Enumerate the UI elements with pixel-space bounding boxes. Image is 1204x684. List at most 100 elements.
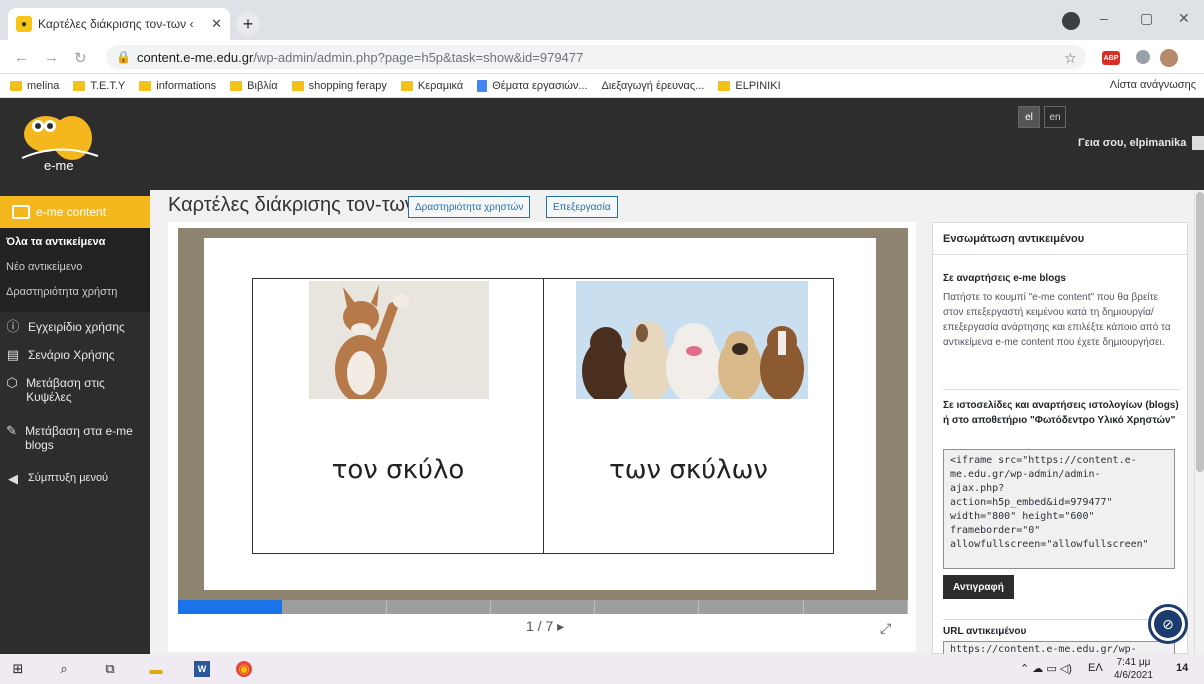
scrollbar-thumb[interactable] <box>1196 192 1204 472</box>
browser-tab[interactable]: ● Καρτέλες διάκρισης τον-των ‹ ✕ <box>8 8 230 40</box>
embed-panel: Ενσωμάτωση αντικειμένου Σε αναρτήσεις e-… <box>932 222 1188 657</box>
user-activity-button[interactable]: Δραστηριότητα χρηστών <box>408 196 531 218</box>
file-explorer-icon[interactable]: ▬ <box>148 661 164 677</box>
sidebar-active-label: e-me content <box>36 205 107 219</box>
submenu-all-items[interactable]: Όλα τα αντικείμενα <box>6 236 105 248</box>
bookmark-item[interactable]: Θέματα εργασιών... <box>477 79 588 92</box>
greeting-text: Γεια σου, elpimanika <box>1078 137 1187 149</box>
forward-icon[interactable]: → <box>44 49 59 66</box>
folder-icon <box>139 80 152 91</box>
sidebar-item-manual[interactable]: ⓘ Εγχειρίδιο χρήσης <box>6 320 125 335</box>
word-icon[interactable]: W <box>194 661 210 677</box>
card-single[interactable]: τον σκύλο <box>253 279 543 553</box>
task-view-icon[interactable]: ⧉ <box>102 661 118 677</box>
pager[interactable]: 1 / 7 ▸ <box>526 618 564 635</box>
copy-button[interactable]: Αντιγραφή <box>943 575 1014 599</box>
url-path: /wp-admin/admin.php?page=h5p&task=show&i… <box>253 49 584 65</box>
scrollbar[interactable] <box>1194 190 1204 654</box>
progress-segment[interactable] <box>282 600 387 614</box>
user-greeting[interactable]: Γεια σου, elpimanika <box>1078 136 1204 150</box>
bookmark-item[interactable]: T.E.T.Y <box>73 80 125 92</box>
progress-segment[interactable] <box>387 600 491 614</box>
logo-text: e-me <box>44 158 74 173</box>
progress-segment[interactable] <box>595 600 700 614</box>
hexagon-icon: ⬡ <box>6 375 18 390</box>
url-input[interactable]: 🔒 content.e-me.edu.gr/wp-admin/admin.php… <box>106 45 1086 69</box>
clock[interactable]: 7:41 μμ 4/6/2021 <box>1114 656 1153 682</box>
submenu-new-item[interactable]: Νέο αντικείμενο <box>6 261 82 273</box>
bookmark-item[interactable]: Διεξαγωγή έρευνας... <box>602 80 705 92</box>
lang-en-button[interactable]: en <box>1044 106 1066 128</box>
accessibility-button[interactable]: ⊘ <box>1148 604 1188 644</box>
progress-bar[interactable] <box>178 600 908 614</box>
edit-button[interactable]: Επεξεργασία <box>546 196 618 218</box>
minimize-button[interactable]: – <box>1100 10 1108 26</box>
bookmark-item[interactable]: shopping ferapy <box>291 79 387 92</box>
bookmark-label: shopping ferapy <box>308 79 387 92</box>
card-word: τον σκύλο <box>331 455 465 485</box>
back-icon[interactable]: ← <box>14 49 29 66</box>
bookmark-item[interactable]: Βιβλία <box>230 80 278 92</box>
dogs-group-image <box>576 281 808 399</box>
progress-segment[interactable] <box>804 600 908 614</box>
bookmark-star-icon[interactable]: ☆ <box>1064 50 1077 67</box>
site-header: e-me el en Γεια σου, elpimanika <box>0 98 1204 190</box>
chrome-icon[interactable]: ◉ <box>236 661 252 677</box>
folder-icon <box>718 80 731 91</box>
search-icon[interactable]: ⌕ <box>56 661 72 677</box>
e-me-logo[interactable]: e-me <box>14 106 104 178</box>
sidebar-item-e-me-content[interactable]: e-me content <box>0 196 150 228</box>
embed-section-blogs: Σε αναρτήσεις e-me blogs Πατήστε το κουμ… <box>943 271 1179 350</box>
clock-time: 7:41 μμ <box>1116 657 1151 668</box>
lang-el-button[interactable]: el <box>1018 106 1040 128</box>
bookmark-item[interactable]: ELPINIKI <box>718 79 781 92</box>
profile-icon[interactable] <box>1062 12 1080 30</box>
new-tab-button[interactable]: + <box>236 12 260 36</box>
h5p-stage: τον σκύλο των σκύλων <box>178 228 908 600</box>
tab-title: Καρτέλες διάκρισης τον-των ‹ <box>38 17 194 31</box>
adblock-icon[interactable]: ABP <box>1102 51 1120 65</box>
document-icon: ▤ <box>6 347 20 362</box>
progress-segment[interactable] <box>491 600 596 614</box>
embed-section-websites: Σε ιστοσελίδες και αναρτήσεις ιστολογίων… <box>943 389 1179 428</box>
window-close-button[interactable]: ✕ <box>1178 10 1190 27</box>
folder-icon <box>230 80 243 91</box>
sidebar-item-label: Μετάβαση στα e-me blogs <box>25 424 133 452</box>
sidebar-item-label: Εγχειρίδιο χρήσης <box>28 320 125 334</box>
bee-favicon-icon: ● <box>16 16 32 32</box>
folder-icon <box>400 80 413 91</box>
embed-header: Ενσωμάτωση αντικειμένου <box>933 223 1187 255</box>
sidebar-item-scenario[interactable]: ▤ Σενάριο Χρήσης <box>6 347 115 363</box>
restore-button[interactable]: ▢ <box>1140 10 1153 27</box>
notification-badge[interactable]: 14 <box>1176 662 1188 674</box>
sidebar-item-blogs[interactable]: ✎ Μετάβαση στα e-me blogs <box>6 424 136 453</box>
admin-sidebar: e-me content Όλα τα αντικείμενα Νέο αντι… <box>0 190 150 654</box>
avatar <box>1192 136 1204 150</box>
bookmark-item[interactable]: informations <box>139 80 216 92</box>
card-word: των σκύλων <box>609 455 768 485</box>
submenu-user-activity[interactable]: Δραστηριότητα χρήστη <box>6 286 117 298</box>
card-row: τον σκύλο των σκύλων <box>252 278 834 554</box>
embed-code-textarea[interactable]: <iframe src="https://content.e- me.edu.g… <box>943 449 1175 569</box>
collapse-icon: ◀ <box>8 471 18 486</box>
sidebar-item-hives[interactable]: ⬡ Μετάβαση στις Κυψέλες <box>6 375 136 405</box>
card-area: τον σκύλο των σκύλων <box>204 238 876 590</box>
windows-start-icon[interactable]: ⊞ <box>10 661 26 677</box>
progress-segment[interactable] <box>699 600 804 614</box>
tray-icons[interactable]: ⌃ ☁ ▭ ◁) <box>1020 662 1072 675</box>
sidebar-collapse-menu[interactable]: ◀ Σύμπτυξη μενού <box>6 472 108 486</box>
extension-icon[interactable] <box>1136 50 1150 64</box>
bookmark-label: informations <box>156 79 217 92</box>
input-language[interactable]: ΕΛ <box>1088 662 1103 674</box>
h5p-container: τον σκύλο των σκύλων 1 / 7 ▸ ⤢ <box>168 222 916 652</box>
bookmark-label: ELPINIKI <box>735 79 781 92</box>
fullscreen-icon[interactable]: ⤢ <box>880 620 891 637</box>
card-plural[interactable]: των σκύλων <box>543 279 833 553</box>
reload-icon[interactable]: ↻ <box>74 49 87 67</box>
bookmark-item[interactable]: melina <box>10 80 59 92</box>
bookmark-label: Θέματα εργασιών... <box>492 79 588 92</box>
bookmark-item[interactable]: Κεραμικά <box>400 80 463 92</box>
account-avatar-icon[interactable] <box>1160 49 1178 67</box>
reading-list[interactable]: Λίστα ανάγνωσης <box>1110 79 1196 91</box>
close-tab-icon[interactable]: ✕ <box>211 16 222 32</box>
